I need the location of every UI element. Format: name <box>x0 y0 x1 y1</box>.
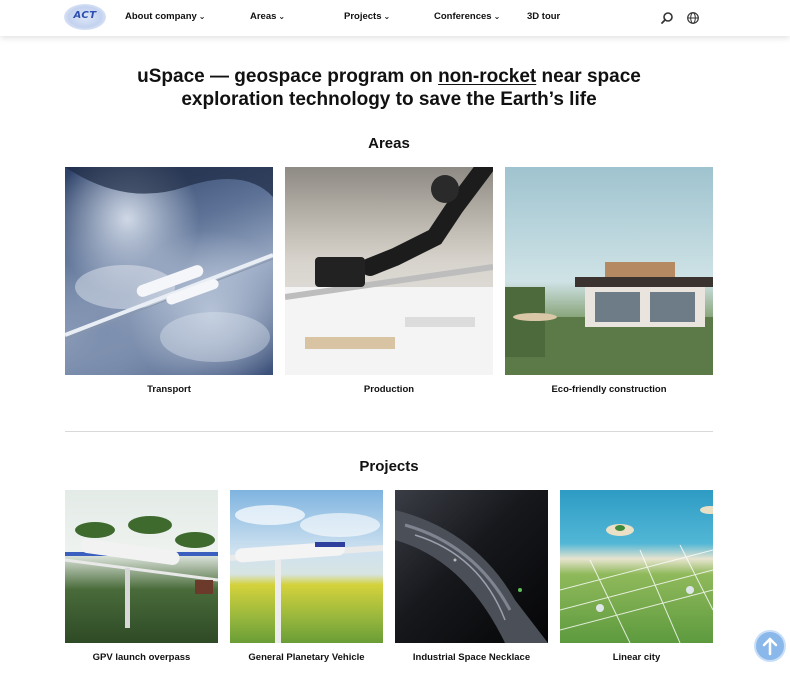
chevron-down-icon: ⌄ <box>278 12 286 21</box>
linear-city-image <box>560 490 713 643</box>
company-logo[interactable]: ACT <box>64 4 106 30</box>
projects-section-title: Projects <box>359 458 419 475</box>
logo-text: ACT <box>73 10 97 21</box>
globe-icon[interactable] <box>686 11 700 25</box>
page-title: uSpace — geospace program on non-rocket … <box>95 65 683 111</box>
chevron-down-icon: ⌄ <box>198 12 206 21</box>
area-card-transport[interactable]: Transport <box>65 167 273 396</box>
search-icon[interactable] <box>660 11 674 25</box>
project-card-linear-city[interactable]: Linear city <box>560 490 713 664</box>
project-label-general-planetary-vehicle: General Planetary Vehicle <box>248 652 365 663</box>
eco-construction-image <box>505 167 713 375</box>
area-card-production[interactable]: Production <box>285 167 493 396</box>
arrow-up-icon <box>762 637 778 656</box>
industrial-space-necklace-image <box>395 490 548 643</box>
nav-areas-label: Areas <box>250 11 277 22</box>
area-label-eco-friendly-construction: Eco-friendly construction <box>551 384 667 395</box>
page-title-part1: uSpace — geospace program on <box>137 66 439 87</box>
nav-conferences[interactable]: Conferences ⌄ <box>434 11 500 22</box>
chevron-down-icon: ⌄ <box>493 12 501 21</box>
area-label-transport: Transport <box>147 384 191 395</box>
area-label-production: Production <box>363 384 415 395</box>
nav-3d-tour-label: 3D tour <box>527 11 561 22</box>
production-image <box>285 167 493 375</box>
nav-about-company[interactable]: About company ⌄ <box>125 11 205 22</box>
project-card-gpv-launch-overpass[interactable]: GPV launch overpass <box>65 490 218 664</box>
project-label-gpv-launch-overpass: GPV launch overpass <box>92 652 191 663</box>
non-rocket-link[interactable]: non-rocket <box>438 66 536 87</box>
nav-about-company-label: About company <box>125 11 197 22</box>
scroll-to-top-button[interactable] <box>754 630 786 662</box>
areas-section-title: Areas <box>368 135 410 152</box>
nav-projects-label: Projects <box>344 11 382 22</box>
nav-areas[interactable]: Areas ⌄ <box>250 11 285 22</box>
nav-projects[interactable]: Projects ⌄ <box>344 11 390 22</box>
project-label-linear-city: Linear city <box>612 652 661 663</box>
site-header: ACT About company ⌄ Areas ⌄ Projects ⌄ Conf… <box>0 0 790 36</box>
project-label-industrial-space-necklace: Industrial Space Necklace <box>412 652 531 663</box>
section-divider <box>65 431 713 432</box>
project-card-general-planetary-vehicle[interactable]: General Planetary Vehicle <box>230 490 383 664</box>
project-card-industrial-space-necklace[interactable]: Industrial Space Necklace <box>395 490 548 664</box>
area-card-eco-friendly-construction[interactable]: Eco-friendly construction <box>505 167 713 396</box>
chevron-down-icon: ⌄ <box>383 12 391 21</box>
transport-image <box>65 167 273 375</box>
nav-conferences-label: Conferences <box>434 11 492 22</box>
nav-3d-tour[interactable]: 3D tour <box>527 11 560 22</box>
gpv-launch-overpass-image <box>65 490 218 643</box>
general-planetary-vehicle-image <box>230 490 383 643</box>
